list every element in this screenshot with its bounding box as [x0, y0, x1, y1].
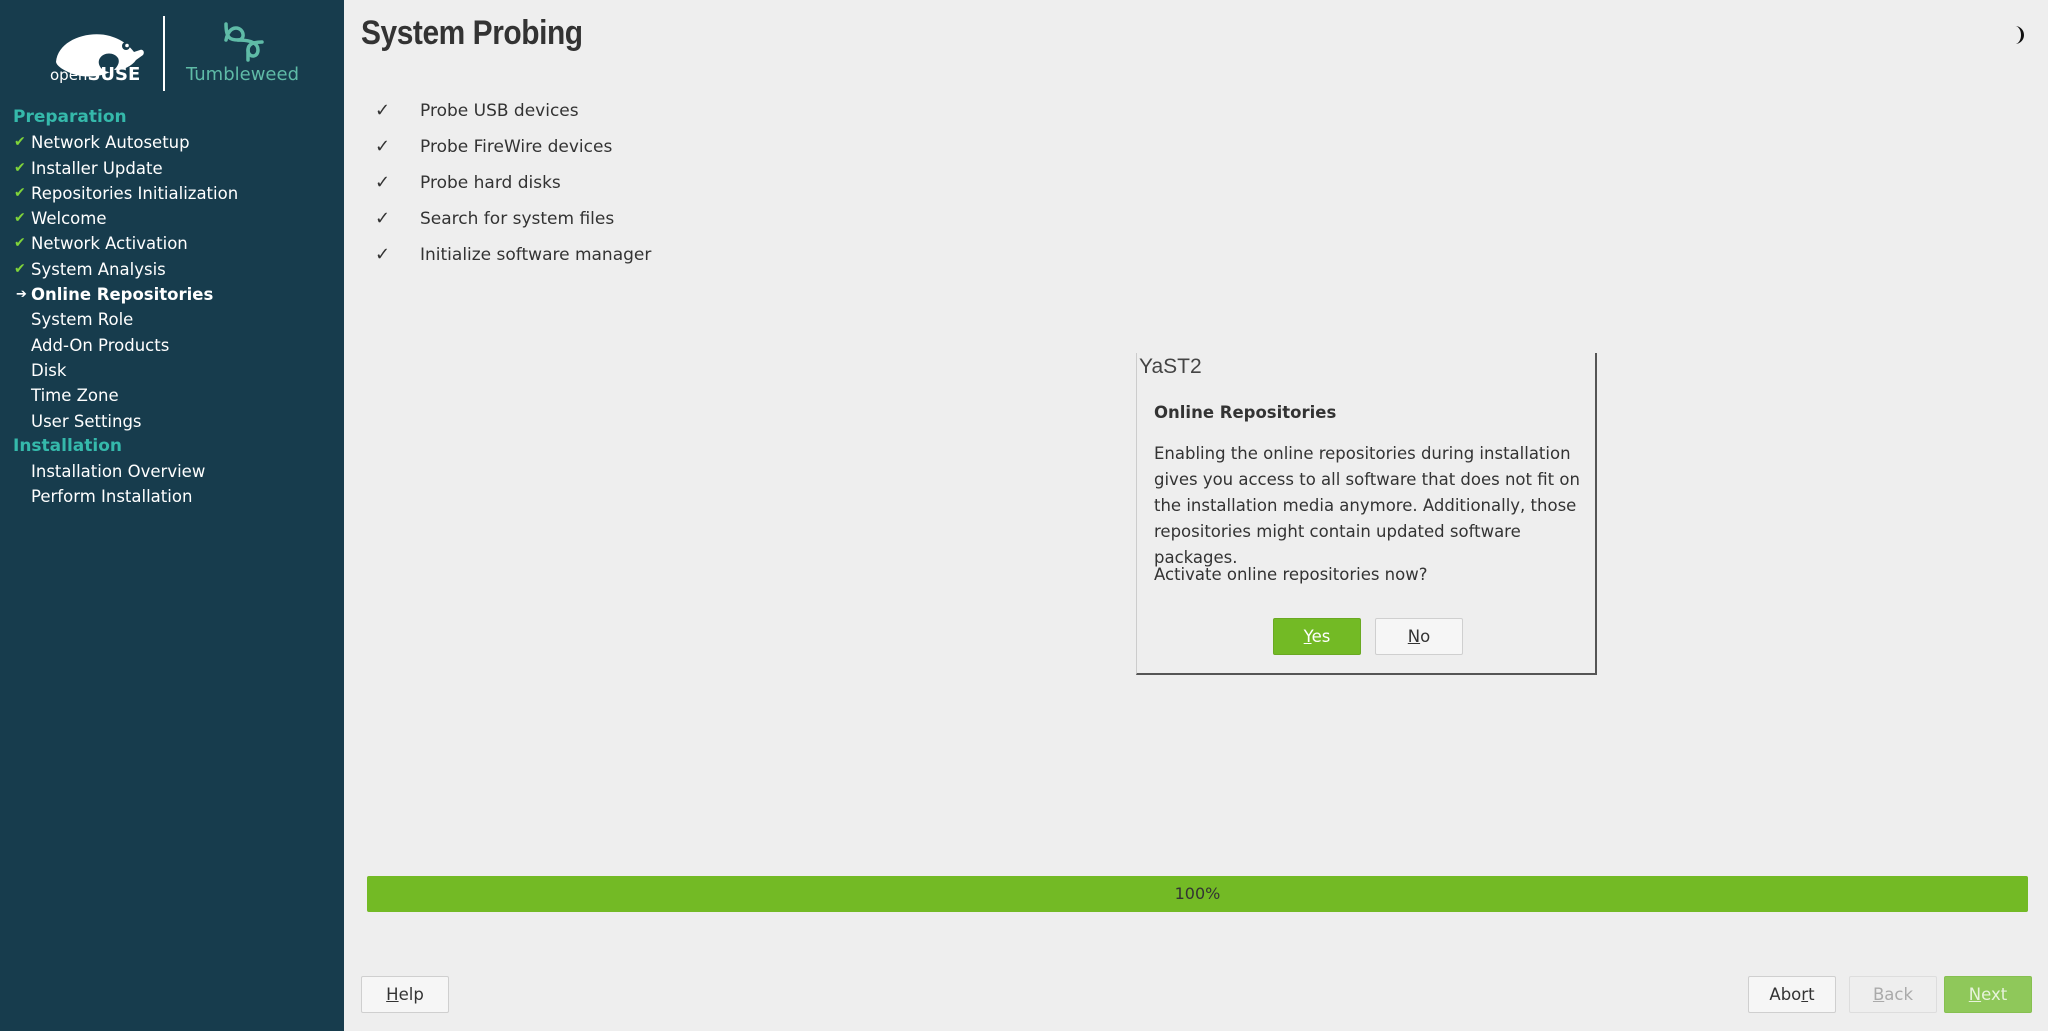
sidebar-step-label: Installer Update: [31, 158, 163, 178]
sidebar-step: ✔ Network Autosetup: [0, 130, 344, 155]
sidebar-step-label: Online Repositories: [31, 285, 214, 305]
back-button[interactable]: Back: [1849, 976, 1937, 1013]
sidebar-step: ✔ System Analysis: [0, 257, 344, 282]
dialog-body-line: the installation media anymore. Addition…: [1154, 496, 1577, 515]
sidebar-step-label: Disk: [31, 360, 67, 380]
dialog-body: Enabling the online repositories during …: [1154, 441, 1594, 571]
page-title: System Probing: [361, 14, 583, 52]
main-content: System Probing ✓ Probe USB devices ✓ Probe …: [344, 0, 2048, 1031]
check-icon: ✔: [14, 184, 26, 201]
check-icon: ✓: [375, 172, 391, 193]
sidebar-step-label: Repositories Initialization: [31, 183, 239, 203]
check-icon: ✔: [14, 235, 26, 252]
probe-item-label: Initialize software manager: [420, 245, 652, 265]
check-icon: ✔: [14, 260, 26, 277]
sidebar-step-label: System Analysis: [31, 259, 166, 279]
sidebar-step-label: Installation Overview: [31, 462, 206, 482]
sidebar-step: ✔ Welcome: [0, 206, 344, 231]
sidebar-step: Time Zone: [0, 383, 344, 408]
check-icon: ✔: [14, 159, 26, 176]
dialog-question: Activate online repositories now?: [1154, 565, 1428, 584]
no-button[interactable]: No: [1375, 618, 1463, 655]
sidebar-step-label: User Settings: [31, 411, 142, 431]
dialog-body-line: gives you access to all software that do…: [1154, 470, 1580, 489]
sidebar-step-label: Time Zone: [31, 386, 119, 406]
sidebar-step: Installation Overview: [0, 459, 344, 484]
sidebar-step: User Settings: [0, 409, 344, 434]
sidebar-step: Perform Installation: [0, 484, 344, 509]
online-repositories-dialog: YaST2 Online Repositories Enabling the o…: [1136, 353, 1597, 675]
progress-bar: 100%: [367, 876, 2028, 912]
probe-item-label: Probe hard disks: [420, 173, 561, 193]
abort-button[interactable]: Abort: [1748, 976, 1836, 1013]
sidebar-step: ✔ Repositories Initialization: [0, 181, 344, 206]
logo-divider: [163, 16, 165, 91]
progress-label: 100%: [1174, 884, 1221, 903]
check-icon: ✓: [375, 136, 391, 157]
sidebar-step-label: Network Autosetup: [31, 133, 190, 153]
sidebar-step: ➔ Online Repositories: [0, 282, 344, 307]
check-icon: ✓: [375, 100, 391, 121]
dialog-window-title: YaST2: [1139, 355, 1202, 378]
logo-area: openSUSE Tumbleweed: [0, 0, 344, 105]
sidebar-step: Add-On Products: [0, 333, 344, 358]
sidebar-section-title: Installation: [13, 435, 123, 456]
check-icon: ✓: [375, 208, 391, 229]
dialog-body-line: repositories might contain updated softw…: [1154, 522, 1521, 567]
sidebar-step-label: Add-On Products: [31, 335, 170, 355]
probe-item-label: Search for system files: [420, 209, 615, 229]
check-icon: ✔: [14, 210, 26, 227]
installation-steps: Preparation ✔ Network Autosetup ✔ Installer …: [0, 105, 344, 510]
sidebar-step: ✔ Installer Update: [0, 156, 344, 181]
sidebar-section-title: Preparation: [13, 107, 127, 127]
check-icon: ✓: [375, 244, 391, 265]
sidebar-step: System Role: [0, 307, 344, 332]
dialog-body-line: Enabling the online repositories during …: [1154, 444, 1571, 463]
next-button[interactable]: Next: [1944, 976, 2032, 1013]
sidebar: openSUSE Tumbleweed Preparation ✔ Network …: [0, 0, 344, 1031]
help-button[interactable]: Help: [361, 976, 449, 1013]
sidebar-step-label: System Role: [31, 310, 134, 330]
opensuse-wordmark: openSUSE: [50, 64, 141, 85]
half-moon-icon[interactable]: [2007, 24, 2029, 46]
sidebar-step-label: Network Activation: [31, 234, 188, 254]
probe-item-label: Probe FireWire devices: [420, 137, 613, 157]
sidebar-step: Disk: [0, 358, 344, 383]
sidebar-step-label: Perform Installation: [31, 487, 193, 507]
tumbleweed-logo-icon: [224, 22, 264, 62]
probe-item-label: Probe USB devices: [420, 101, 579, 121]
check-icon: ✔: [14, 134, 26, 151]
tumbleweed-wordmark: Tumbleweed: [186, 64, 300, 85]
sidebar-step: ✔ Network Activation: [0, 231, 344, 256]
sidebar-step-label: Welcome: [31, 209, 107, 229]
dialog-heading: Online Repositories: [1154, 403, 1337, 422]
yes-button[interactable]: Yes: [1273, 618, 1361, 655]
